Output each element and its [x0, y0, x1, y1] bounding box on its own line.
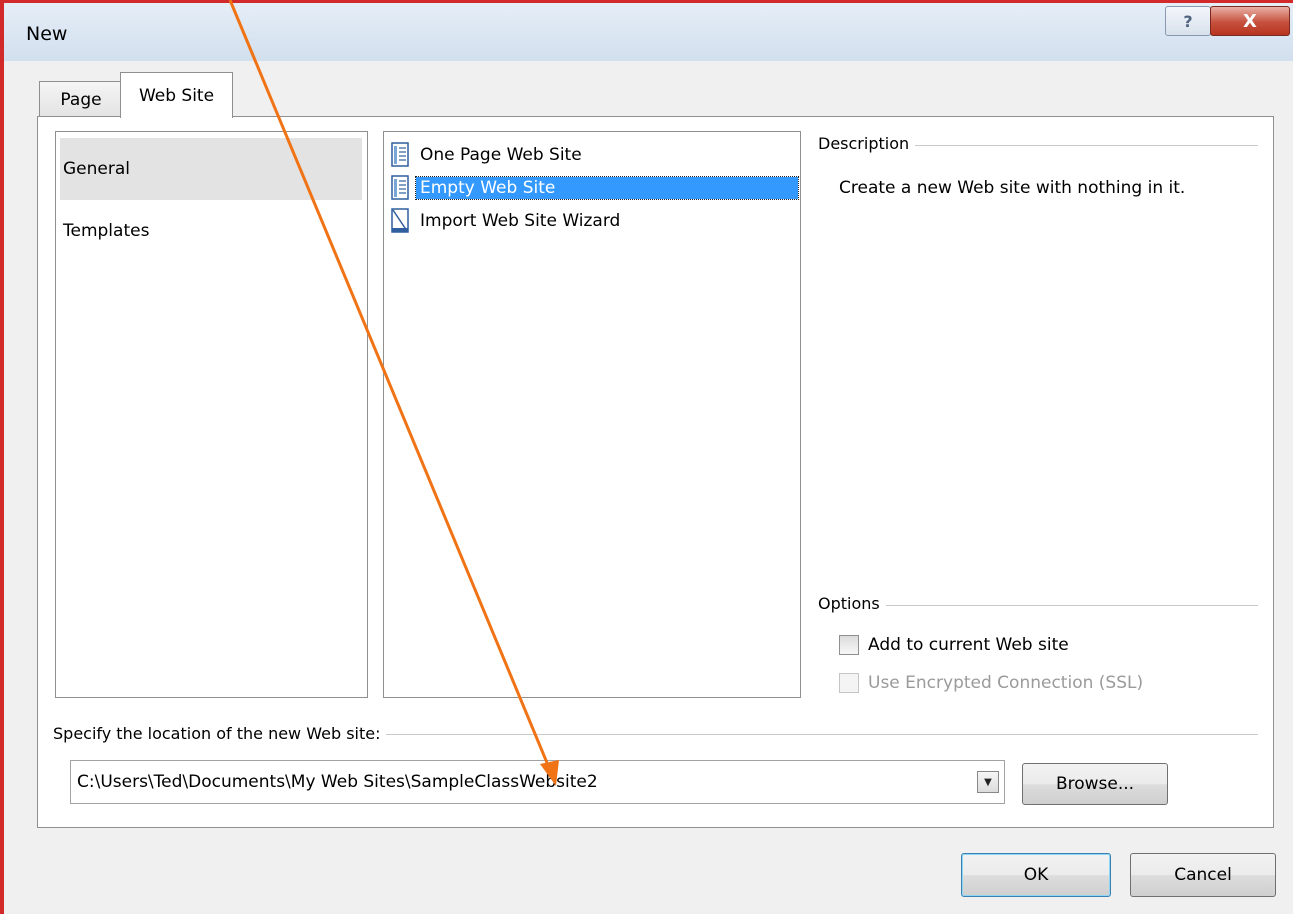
add-to-current-checkbox[interactable]	[839, 635, 859, 655]
tab-page[interactable]: Page	[39, 81, 123, 117]
description-text: Create a new Web site with nothing in it…	[839, 178, 1186, 198]
dropdown-arrow-icon[interactable]: ▼	[977, 771, 999, 793]
page-document-icon	[386, 140, 416, 170]
add-to-current-label: Add to current Web site	[868, 635, 1069, 655]
category-list[interactable]: General Templates	[55, 131, 368, 698]
location-input[interactable]: C:\Users\Ted\Documents\My Web Sites\Samp…	[77, 772, 598, 792]
ok-button[interactable]: OK	[961, 853, 1111, 897]
template-label: Import Web Site Wizard	[420, 210, 621, 231]
template-list[interactable]: One Page Web Site Empty Web Site Import …	[383, 131, 801, 698]
title-bar: New ? X	[4, 3, 1293, 61]
close-button[interactable]: X	[1210, 6, 1290, 36]
options-heading: Options	[818, 594, 886, 613]
category-item-general[interactable]: General	[60, 138, 362, 200]
category-item-templates[interactable]: Templates	[60, 200, 362, 262]
tab-web-site[interactable]: Web Site	[120, 72, 233, 118]
location-combo[interactable]: C:\Users\Ted\Documents\My Web Sites\Samp…	[70, 760, 1005, 804]
template-item-empty[interactable]: Empty Web Site	[386, 171, 799, 204]
template-item-one-page[interactable]: One Page Web Site	[386, 138, 798, 171]
location-label: Specify the location of the new Web site…	[53, 724, 387, 743]
cancel-button[interactable]: Cancel	[1130, 853, 1276, 897]
template-item-import-wizard[interactable]: Import Web Site Wizard	[386, 204, 798, 237]
close-icon: X	[1243, 10, 1257, 32]
dialog-title: New	[26, 23, 68, 45]
page-document-icon	[386, 173, 416, 203]
template-label: One Page Web Site	[420, 144, 582, 165]
help-button[interactable]: ?	[1165, 6, 1211, 36]
use-ssl-label: Use Encrypted Connection (SSL)	[868, 673, 1144, 693]
import-wizard-icon	[386, 206, 416, 236]
use-ssl-option: Use Encrypted Connection (SSL)	[839, 673, 1143, 693]
template-label: Empty Web Site	[415, 175, 799, 200]
help-icon: ?	[1183, 11, 1193, 31]
description-heading: Description	[818, 134, 916, 153]
browse-button[interactable]: Browse...	[1022, 763, 1168, 805]
add-to-current-option[interactable]: Add to current Web site	[839, 635, 1069, 655]
use-ssl-checkbox	[839, 673, 859, 693]
